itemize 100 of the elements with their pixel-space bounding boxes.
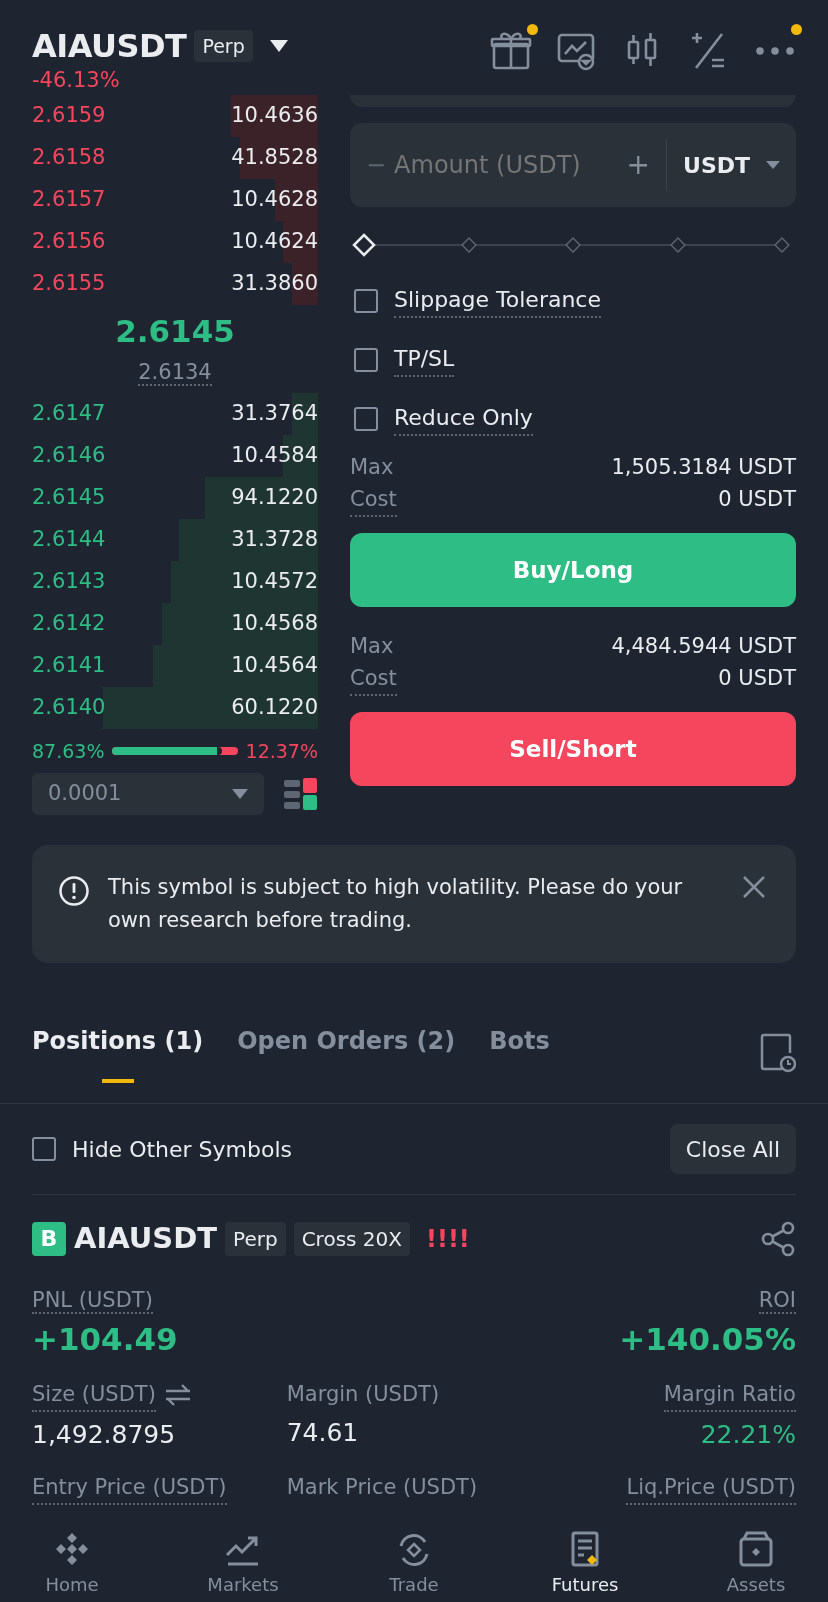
order-row[interactable]: 2.6143 10.4572 xyxy=(32,560,318,603)
order-row[interactable]: 2.6145 94.1220 xyxy=(32,476,318,519)
close-icon[interactable] xyxy=(742,875,766,899)
max-value: 1,505.3184 USDT xyxy=(611,454,796,481)
order-row[interactable]: 2.6146 10.4584 xyxy=(32,434,318,477)
nav-item[interactable]: Trade xyxy=(354,1529,474,1598)
position-symbol: AIAUSDT xyxy=(74,1220,218,1257)
field-label: Liq.Price (USDT) xyxy=(626,1471,796,1505)
hide-symbols-label: Hide Other Symbols xyxy=(72,1135,293,1164)
tab[interactable]: Bots xyxy=(489,1023,550,1059)
order-row[interactable]: 2.6142 10.4568 xyxy=(32,602,318,645)
checkbox[interactable] xyxy=(354,288,378,313)
amount-field[interactable]: − Amount (USDT) + USDT xyxy=(350,123,796,207)
step-marker-icon[interactable] xyxy=(668,236,687,254)
bid-price[interactable]: 2.6147 xyxy=(32,397,106,430)
field-label: Mark Price (USDT) xyxy=(286,1473,478,1501)
order-row[interactable]: 2.6156 10.4624 xyxy=(32,221,318,263)
order-row[interactable]: 2.6158 41.8528 xyxy=(32,137,318,179)
max-value: 4,484.5944 USDT xyxy=(611,633,796,660)
sell-short-button[interactable]: Sell/Short xyxy=(350,712,796,786)
history-icon[interactable] xyxy=(760,1033,796,1073)
unit-select[interactable]: USDT xyxy=(683,148,750,182)
nav-item[interactable]: Markets xyxy=(183,1529,303,1598)
swap-icon[interactable] xyxy=(163,1384,192,1407)
bid-price[interactable]: 2.6146 xyxy=(32,439,106,472)
order-quantity: 10.4636 xyxy=(231,102,318,130)
nav-item[interactable]: Futures xyxy=(525,1529,645,1598)
tab-indicator xyxy=(101,1079,134,1083)
sell-share: 12.37% xyxy=(245,738,318,764)
position-tag: Cross 20X xyxy=(293,1221,410,1256)
checkbox[interactable] xyxy=(354,347,378,372)
order-row[interactable]: 2.6141 10.4564 xyxy=(32,644,318,687)
close-all-button[interactable]: Close All xyxy=(669,1124,796,1174)
bid-price[interactable]: 2.6145 xyxy=(32,481,106,514)
buy-share: 87.63% xyxy=(32,738,105,764)
cost-value: 0 USDT xyxy=(718,485,796,513)
order-row[interactable]: 2.6140 60.1220 xyxy=(32,686,318,729)
share-icon[interactable] xyxy=(760,1220,796,1257)
caret-icon xyxy=(232,789,248,799)
order-row[interactable]: 2.6144 31.3728 xyxy=(32,518,318,561)
order-quantity: 31.3728 xyxy=(231,525,318,553)
tab[interactable]: Open Orders (2) xyxy=(237,1023,456,1059)
order-quantity: 10.4564 xyxy=(231,651,318,679)
order-row[interactable]: 2.6155 31.3860 xyxy=(32,263,318,305)
pnl-label: PNL (USDT) xyxy=(32,1287,153,1314)
risk-indicator: !!!! xyxy=(426,1223,470,1255)
order-quantity: 10.4584 xyxy=(231,441,318,469)
ask-price[interactable]: 2.6158 xyxy=(32,142,106,174)
pnl-value: +104.49 xyxy=(32,1320,178,1359)
option-label: Reduce Only xyxy=(394,401,533,436)
symbol-title: AIAUSDT xyxy=(32,26,187,67)
gift-icon[interactable] xyxy=(490,30,532,72)
side-badge: B xyxy=(32,1221,66,1256)
bid-price[interactable]: 2.6144 xyxy=(32,523,106,556)
checkbox[interactable] xyxy=(354,406,378,431)
nav-item[interactable]: Home xyxy=(12,1529,132,1598)
roi-label: ROI xyxy=(758,1287,796,1314)
max-label: Max xyxy=(350,633,394,660)
option-label: Slippage Tolerance xyxy=(394,283,601,318)
order-row[interactable]: 2.6147 31.3764 xyxy=(32,392,318,435)
step-marker-icon[interactable] xyxy=(459,236,478,254)
bid-price[interactable]: 2.6140 xyxy=(32,691,106,724)
cost-label: Cost xyxy=(350,483,397,517)
bid-price[interactable]: 2.6143 xyxy=(32,565,106,598)
bid-price[interactable]: 2.6142 xyxy=(32,607,106,640)
cost-label: Cost xyxy=(350,662,397,696)
bid-price[interactable]: 2.6141 xyxy=(32,649,106,682)
field-value: 74.61 xyxy=(286,1417,360,1449)
order-quantity: 60.1220 xyxy=(231,693,318,721)
ask-price[interactable]: 2.6157 xyxy=(32,184,106,216)
layout-icon[interactable] xyxy=(284,777,318,811)
field-label: Size (USDT) xyxy=(32,1378,156,1412)
order-row[interactable]: 2.6159 10.4636 xyxy=(32,95,318,137)
order-quantity: 10.4568 xyxy=(231,609,318,637)
dropdown-icon[interactable] xyxy=(268,39,289,53)
tab[interactable]: Positions (1) xyxy=(32,1023,204,1059)
price-change: -46.13% xyxy=(32,70,121,91)
order-quantity: 10.4624 xyxy=(231,228,318,256)
step-marker-icon[interactable] xyxy=(773,236,791,254)
perp-tag: Perp xyxy=(194,29,253,63)
amount-input[interactable]: Amount (USDT) xyxy=(386,146,627,184)
field-label: Margin Ratio xyxy=(663,1378,796,1412)
order-row[interactable]: 2.6157 10.4628 xyxy=(32,179,318,221)
checkbox[interactable] xyxy=(32,1137,56,1161)
cost-value: 0 USDT xyxy=(718,664,796,692)
caret-icon[interactable] xyxy=(766,161,780,169)
field-label: Entry Price (USDT) xyxy=(32,1471,227,1505)
step-marker-icon[interactable] xyxy=(564,236,582,254)
ask-price[interactable]: 2.6155 xyxy=(32,268,106,300)
precision-select[interactable]: 0.0001 xyxy=(32,773,264,815)
mark-price: 2.6134 xyxy=(138,360,212,386)
slider-thumb[interactable] xyxy=(351,232,377,258)
order-quantity: 94.1220 xyxy=(231,483,318,511)
order-quantity: 41.8528 xyxy=(231,144,318,172)
nav-item[interactable]: Assets xyxy=(696,1529,816,1598)
max-label: Max xyxy=(350,454,394,481)
ask-price[interactable]: 2.6156 xyxy=(32,226,106,258)
roi-value: +140.05% xyxy=(619,1320,796,1359)
ask-price[interactable]: 2.6159 xyxy=(32,100,106,132)
field-value: 1,492.8795 xyxy=(32,1419,177,1451)
